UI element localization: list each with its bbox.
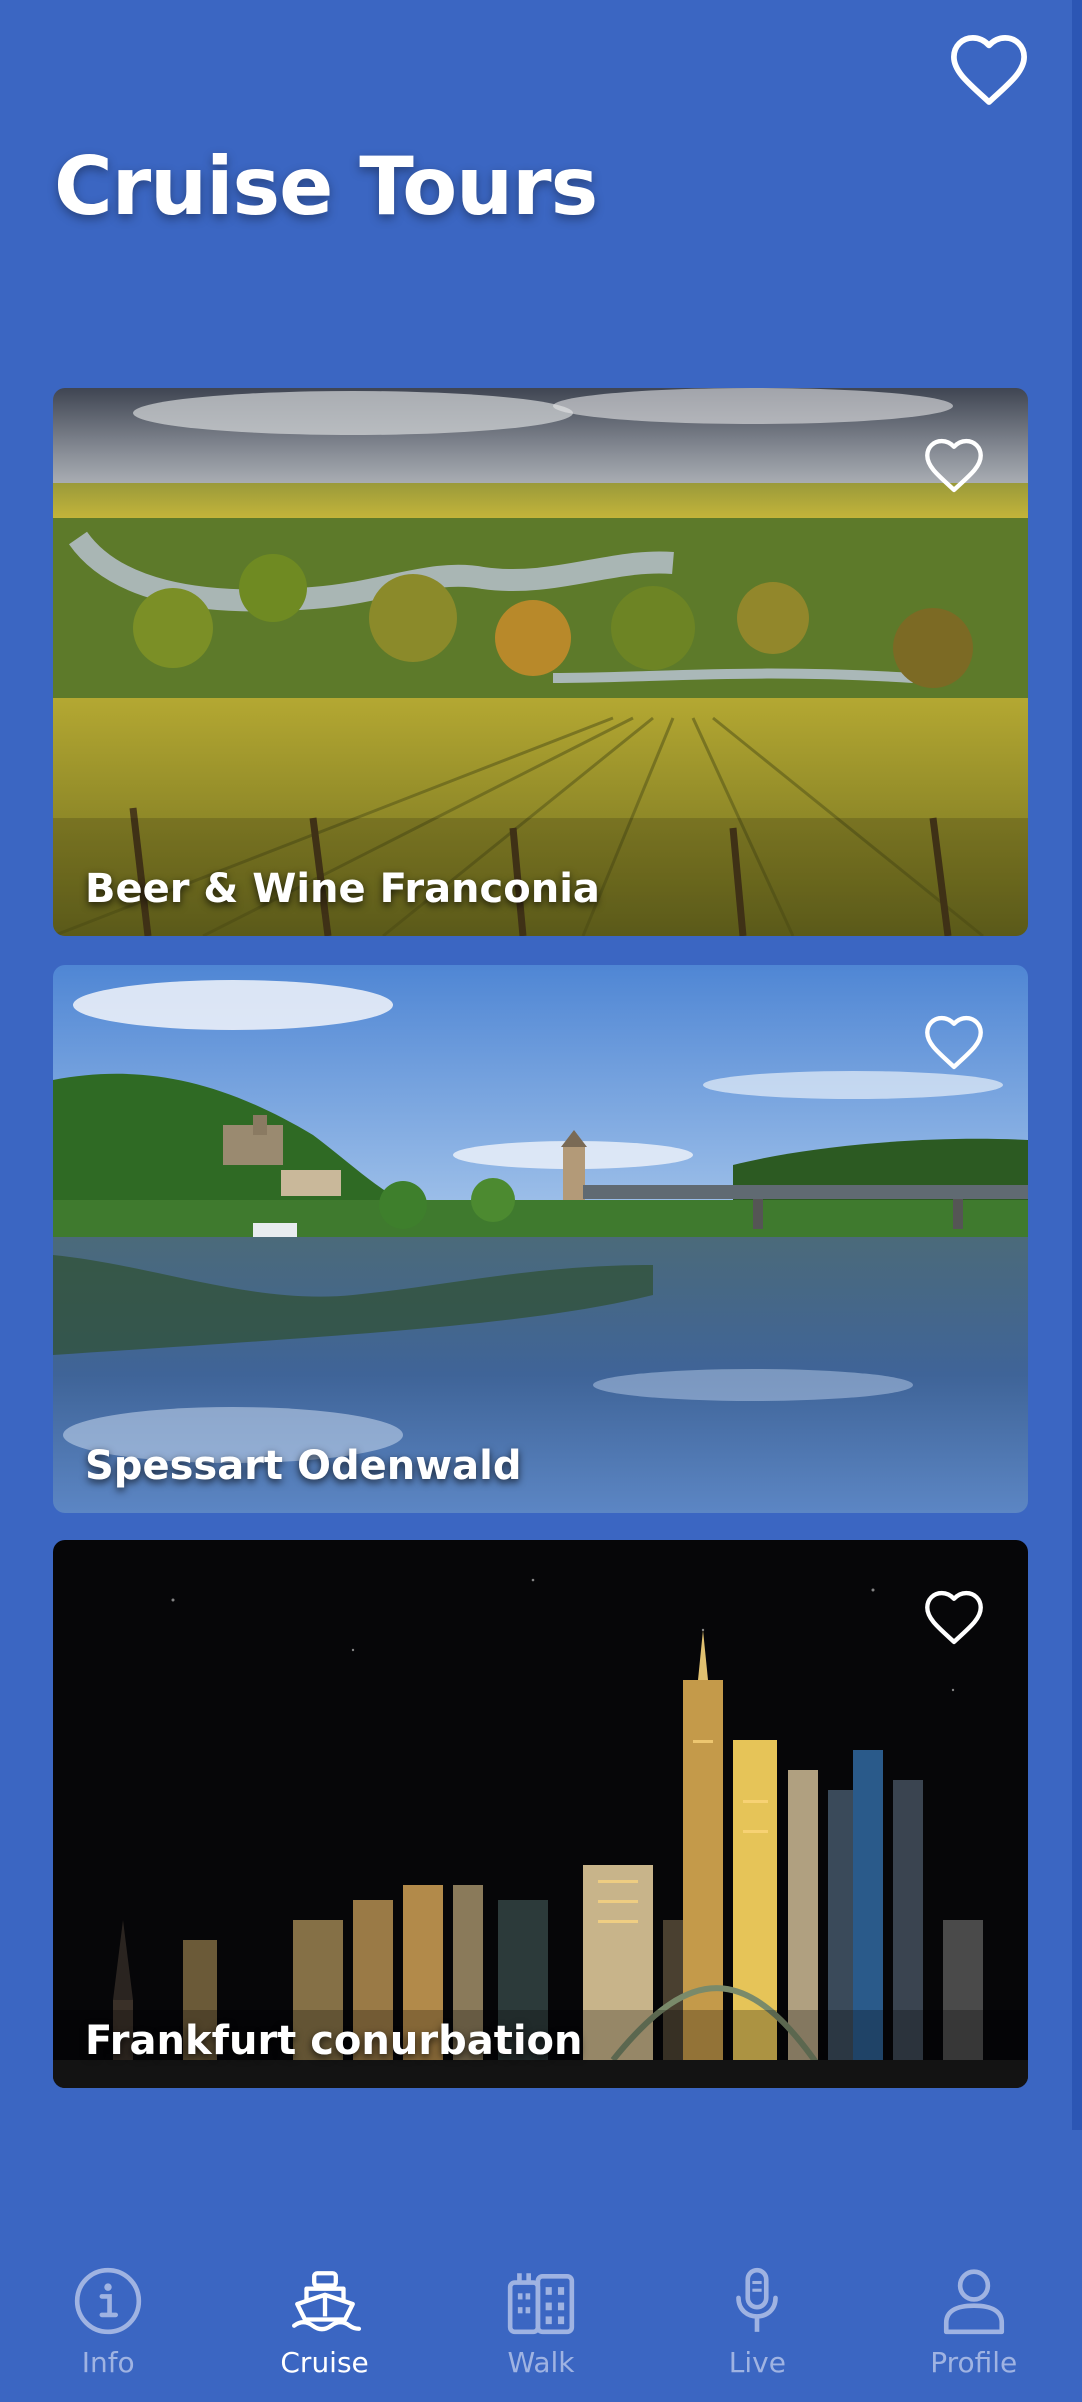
nav-item-walk[interactable]: Walk: [433, 2250, 649, 2402]
nav-item-info[interactable]: Info: [0, 2250, 216, 2402]
nav-label: Info: [81, 2346, 135, 2379]
bottom-navigation: Info Cruise Walk Live Profile: [0, 2250, 1082, 2402]
heart-outline-icon: [925, 1015, 983, 1070]
info-icon: [75, 2267, 142, 2335]
heart-outline-icon: [925, 438, 983, 493]
tour-image-vineyard: [53, 388, 1028, 936]
favorite-button[interactable]: [921, 1586, 987, 1646]
tour-title: Frankfurt conurbation: [85, 2018, 583, 2064]
nav-item-profile[interactable]: Profile: [866, 2250, 1082, 2402]
microphone-icon: [736, 2267, 779, 2332]
tour-card-frankfurt-conurbation[interactable]: Frankfurt conurbation: [53, 1540, 1028, 2088]
page-title: Cruise Tours: [54, 140, 598, 233]
nav-item-cruise[interactable]: Cruise: [216, 2250, 432, 2402]
scrollbar[interactable]: [1072, 0, 1082, 2130]
heart-outline-icon: [951, 35, 1027, 105]
nav-label: Profile: [930, 2346, 1018, 2379]
nav-label: Live: [728, 2346, 786, 2379]
nav-label: Walk: [507, 2346, 575, 2379]
nav-label: Cruise: [280, 2346, 369, 2379]
favorites-button[interactable]: [946, 28, 1032, 108]
tour-card-spessart-odenwald[interactable]: Spessart Odenwald: [53, 965, 1028, 1513]
city-icon: [507, 2273, 575, 2335]
favorite-button[interactable]: [921, 1011, 987, 1071]
tour-image-river-town: [53, 965, 1028, 1513]
tour-image-night-skyline: [53, 1540, 1028, 2088]
tour-title: Spessart Odenwald: [85, 1443, 522, 1489]
nav-item-live[interactable]: Live: [649, 2250, 865, 2402]
tour-title: Beer & Wine Franconia: [85, 866, 600, 912]
ship-icon: [291, 2271, 361, 2332]
profile-icon: [943, 2269, 1004, 2335]
heart-outline-icon: [925, 1590, 983, 1645]
favorite-button[interactable]: [921, 434, 987, 494]
tour-card-beer-wine-franconia[interactable]: Beer & Wine Franconia: [53, 388, 1028, 936]
